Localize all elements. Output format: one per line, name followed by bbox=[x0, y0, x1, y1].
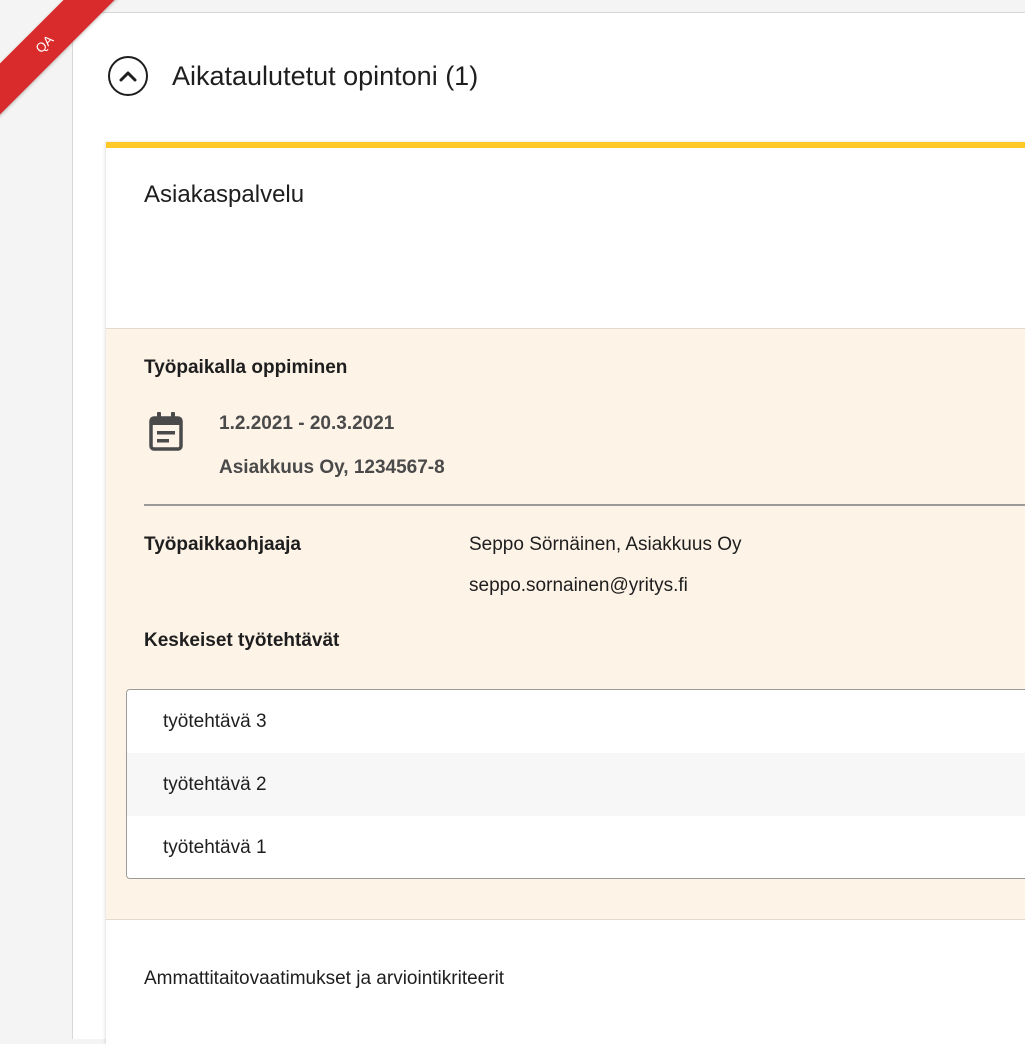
calendar-icon bbox=[149, 412, 183, 451]
key-tasks-list: työtehtävä 3 työtehtävä 2 työtehtävä 1 bbox=[126, 689, 1025, 879]
qa-ribbon-container: QA bbox=[0, 0, 130, 130]
qa-ribbon: QA bbox=[0, 0, 129, 120]
learning-period-dates: 1.2.2021 - 20.3.2021 bbox=[219, 413, 395, 434]
supervisor-name: Seppo Sörnäinen, Asiakkuus Oy bbox=[469, 534, 742, 555]
task-item: työtehtävä 2 bbox=[127, 753, 1025, 816]
workplace-company: Asiakkuus Oy, 1234567-8 bbox=[219, 457, 445, 478]
key-tasks-heading: Keskeiset työtehtävät bbox=[144, 630, 340, 651]
task-item: työtehtävä 1 bbox=[127, 816, 1025, 878]
supervisor-email: seppo.sornainen@yritys.fi bbox=[469, 575, 688, 596]
workplace-learning-block: Työpaikalla oppiminen 1.2.2021 - 20.3.20… bbox=[106, 328, 1025, 920]
divider bbox=[144, 504, 1025, 506]
section-title[interactable]: Aikataulutetut opintoni (1) bbox=[172, 61, 478, 92]
study-card: Asiakaspalvelu Työpaikalla oppiminen 1.2… bbox=[106, 142, 1025, 1044]
section-header: Aikataulutetut opintoni (1) bbox=[108, 53, 478, 99]
left-gutter bbox=[0, 0, 72, 1038]
supervisor-label: Työpaikkaohjaaja bbox=[144, 534, 301, 555]
qa-ribbon-label: QA bbox=[32, 31, 57, 56]
workplace-learning-heading: Työpaikalla oppiminen bbox=[144, 357, 348, 378]
card-title: Asiakaspalvelu bbox=[144, 181, 305, 208]
task-item: työtehtävä 3 bbox=[127, 690, 1025, 753]
skills-requirements-link[interactable]: Ammattitaitovaatimukset ja arviointikrit… bbox=[144, 968, 504, 990]
